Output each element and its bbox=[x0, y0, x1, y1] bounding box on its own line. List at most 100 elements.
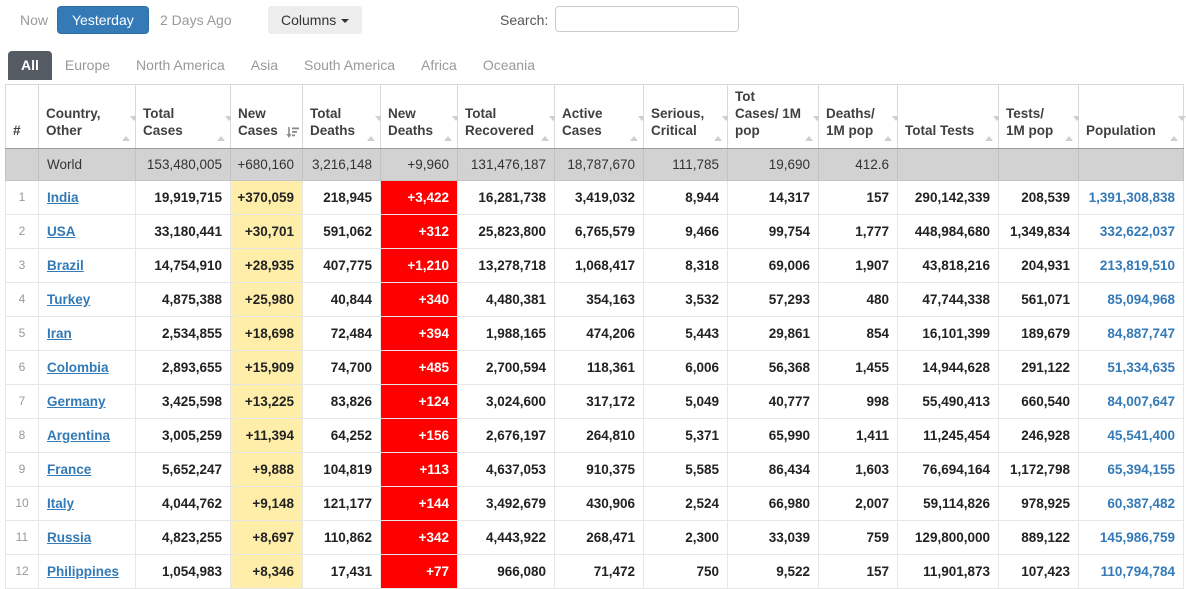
cell-total_tests: 129,800,000 bbox=[898, 520, 999, 554]
cell-country: Iran bbox=[39, 316, 136, 350]
column-header-active_cases[interactable]: Active Cases bbox=[555, 85, 644, 149]
tab-south-america[interactable]: South America bbox=[291, 51, 408, 80]
sort-both-icon bbox=[1170, 121, 1178, 138]
cell-deaths_per_1m: 2,007 bbox=[819, 486, 898, 520]
country-link[interactable]: India bbox=[47, 190, 79, 205]
column-header-total_deaths[interactable]: Total Deaths bbox=[303, 85, 381, 149]
caret-down-icon bbox=[341, 19, 349, 23]
cell-total_tests bbox=[898, 148, 999, 180]
cell-serious_critical: 5,585 bbox=[644, 452, 728, 486]
column-header-population[interactable]: Population bbox=[1079, 85, 1184, 149]
country-link[interactable]: Colombia bbox=[47, 360, 109, 375]
tab-africa[interactable]: Africa bbox=[408, 51, 470, 80]
column-header-label: New Cases bbox=[238, 106, 278, 138]
column-header-deaths_per_1m[interactable]: Deaths/ 1M pop bbox=[819, 85, 898, 149]
continent-tab-bar: AllEuropeNorth AmericaAsiaSouth AmericaA… bbox=[8, 51, 548, 80]
cell-active_cases: 317,172 bbox=[555, 384, 644, 418]
cell-total_tests: 290,142,339 bbox=[898, 180, 999, 214]
country-link[interactable]: Russia bbox=[47, 530, 91, 545]
cell-population[interactable]: 60,387,482 bbox=[1079, 486, 1184, 520]
now-button[interactable]: Now bbox=[20, 12, 48, 28]
cell-population[interactable]: 65,394,155 bbox=[1079, 452, 1184, 486]
cell-population[interactable]: 213,819,510 bbox=[1079, 248, 1184, 282]
column-header-total_cases[interactable]: Total Cases bbox=[136, 85, 231, 149]
column-header-country[interactable]: Country, Other bbox=[39, 85, 136, 149]
cell-total_recovered: 131,476,187 bbox=[458, 148, 555, 180]
country-link[interactable]: Argentina bbox=[47, 428, 110, 443]
column-header-cases_per_1m[interactable]: Tot Cases/ 1M pop bbox=[728, 85, 819, 149]
cell-population[interactable]: 332,622,037 bbox=[1079, 214, 1184, 248]
cell-population[interactable]: 1,391,308,838 bbox=[1079, 180, 1184, 214]
cell-total_deaths: 72,484 bbox=[303, 316, 381, 350]
cell-deaths_per_1m: 412.6 bbox=[819, 148, 898, 180]
yesterday-button[interactable]: Yesterday bbox=[57, 6, 149, 34]
cell-tests_per_1m: 107,423 bbox=[999, 554, 1079, 588]
cell-total_recovered: 4,443,922 bbox=[458, 520, 555, 554]
tab-asia[interactable]: Asia bbox=[238, 51, 291, 80]
tab-oceania[interactable]: Oceania bbox=[470, 51, 548, 80]
country-link[interactable]: Turkey bbox=[47, 292, 90, 307]
cell-total_deaths: 110,862 bbox=[303, 520, 381, 554]
cell-cases_per_1m: 65,990 bbox=[728, 418, 819, 452]
country-link[interactable]: France bbox=[47, 462, 91, 477]
world-total-row: World153,480,005+680,1603,216,148+9,9601… bbox=[6, 148, 1184, 180]
cell-new_cases: +11,394 bbox=[231, 418, 303, 452]
country-link[interactable]: Italy bbox=[47, 496, 74, 511]
column-header-total_tests[interactable]: Total Tests bbox=[898, 85, 999, 149]
cell-new_deaths: +124 bbox=[381, 384, 458, 418]
country-link[interactable]: Philippines bbox=[47, 564, 119, 579]
cell-new_cases: +8,346 bbox=[231, 554, 303, 588]
cell-deaths_per_1m: 1,777 bbox=[819, 214, 898, 248]
table-row: 5Iran2,534,855+18,69872,484+3941,988,165… bbox=[6, 316, 1184, 350]
cell-total_cases: 4,823,255 bbox=[136, 520, 231, 554]
cell-population[interactable]: 110,794,784 bbox=[1079, 554, 1184, 588]
cell-cases_per_1m: 9,522 bbox=[728, 554, 819, 588]
cell-population[interactable]: 51,334,635 bbox=[1079, 350, 1184, 384]
column-header-label: Tests/ 1M pop bbox=[1006, 106, 1053, 138]
sort-both-icon bbox=[122, 121, 130, 138]
country-link[interactable]: USA bbox=[47, 224, 76, 239]
cell-tests_per_1m: 208,539 bbox=[999, 180, 1079, 214]
tab-north-america[interactable]: North America bbox=[123, 51, 238, 80]
cell-serious_critical: 2,300 bbox=[644, 520, 728, 554]
column-header-total_recovered[interactable]: Total Recovered bbox=[458, 85, 555, 149]
column-header-serious_critical[interactable]: Serious, Critical bbox=[644, 85, 728, 149]
cell-new_cases: +9,888 bbox=[231, 452, 303, 486]
country-link[interactable]: Germany bbox=[47, 394, 106, 409]
column-header-new_cases[interactable]: New Cases bbox=[231, 85, 303, 149]
cell-population[interactable]: 84,887,747 bbox=[1079, 316, 1184, 350]
cell-new_cases: +13,225 bbox=[231, 384, 303, 418]
search-input[interactable] bbox=[555, 6, 739, 32]
column-header-tests_per_1m[interactable]: Tests/ 1M pop bbox=[999, 85, 1079, 149]
tab-europe[interactable]: Europe bbox=[52, 51, 123, 80]
cell-total_tests: 14,944,628 bbox=[898, 350, 999, 384]
cell-total_cases: 1,054,983 bbox=[136, 554, 231, 588]
tab-all[interactable]: All bbox=[8, 51, 52, 80]
cell-deaths_per_1m: 480 bbox=[819, 282, 898, 316]
two-days-ago-button[interactable]: 2 Days Ago bbox=[160, 12, 232, 28]
column-header-new_deaths[interactable]: New Deaths bbox=[381, 85, 458, 149]
cell-deaths_per_1m: 157 bbox=[819, 180, 898, 214]
cell-total_deaths: 121,177 bbox=[303, 486, 381, 520]
cell-cases_per_1m: 33,039 bbox=[728, 520, 819, 554]
country-link[interactable]: Iran bbox=[47, 326, 72, 341]
country-link[interactable]: Brazil bbox=[47, 258, 84, 273]
column-header-label: Population bbox=[1086, 123, 1156, 138]
cell-new_deaths: +113 bbox=[381, 452, 458, 486]
cell-rank: 6 bbox=[6, 350, 39, 384]
sort-both-icon bbox=[805, 121, 813, 138]
cell-population[interactable]: 45,541,400 bbox=[1079, 418, 1184, 452]
cell-active_cases: 18,787,670 bbox=[555, 148, 644, 180]
cell-population[interactable]: 84,007,647 bbox=[1079, 384, 1184, 418]
columns-dropdown-button[interactable]: Columns bbox=[268, 6, 362, 34]
cell-serious_critical: 2,524 bbox=[644, 486, 728, 520]
cell-total_recovered: 2,676,197 bbox=[458, 418, 555, 452]
cell-cases_per_1m: 56,368 bbox=[728, 350, 819, 384]
cell-population[interactable]: 145,986,759 bbox=[1079, 520, 1184, 554]
cell-total_cases: 2,534,855 bbox=[136, 316, 231, 350]
cell-new_cases: +30,701 bbox=[231, 214, 303, 248]
cell-total_deaths: 17,431 bbox=[303, 554, 381, 588]
columns-dropdown-label: Columns bbox=[281, 12, 336, 28]
cell-population[interactable]: 85,094,968 bbox=[1079, 282, 1184, 316]
toolbar: Now Yesterday 2 Days Ago Columns Search: bbox=[0, 0, 1186, 44]
